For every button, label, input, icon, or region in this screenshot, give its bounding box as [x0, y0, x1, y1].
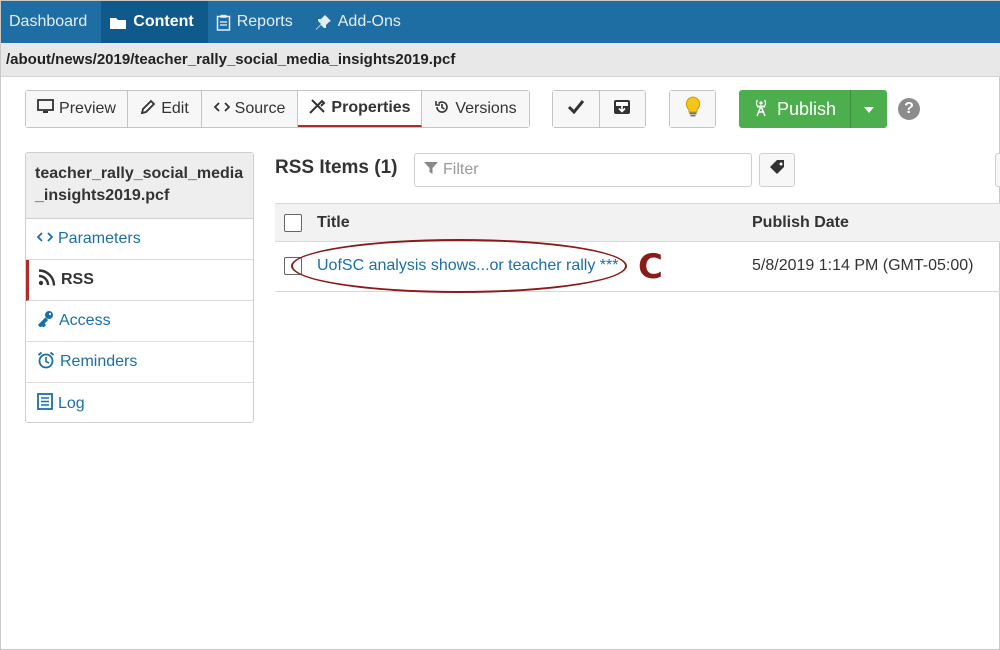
source-label: Source	[234, 100, 286, 117]
annotation-label: C	[638, 247, 663, 287]
code-icon	[36, 230, 54, 248]
tag-button[interactable]	[759, 153, 795, 187]
edit-label: Edit	[161, 100, 189, 117]
tools-icon	[308, 98, 326, 119]
approve-button[interactable]	[553, 91, 600, 127]
sidebar-item-access[interactable]: Access	[26, 301, 253, 342]
pencil-icon	[140, 99, 156, 120]
publish-button[interactable]: Publish	[739, 90, 852, 128]
filter-input[interactable]	[443, 161, 743, 179]
properties-sidebar: teacher_rally_social_media_insights2019.…	[25, 152, 254, 423]
publish-group: Publish	[739, 90, 888, 128]
publish-date-column-header[interactable]: Publish Date	[752, 214, 849, 232]
overflow-button[interactable]	[995, 153, 1000, 187]
select-all-checkbox[interactable]	[284, 214, 302, 232]
page-title: RSS Items (1)	[275, 157, 398, 178]
versions-button[interactable]: Versions	[422, 91, 529, 127]
sidebar-item-parameters[interactable]: Parameters	[26, 219, 253, 260]
title-column-header[interactable]: Title	[317, 214, 350, 232]
sidebar-item-rss[interactable]: RSS	[26, 260, 253, 301]
breadcrumb-path: /about/news/2019/teacher_rally_social_me…	[1, 43, 1000, 77]
preview-label: Preview	[59, 100, 116, 117]
lightbulb-icon	[685, 96, 701, 122]
filter-icon	[423, 160, 439, 181]
sidebar-item-label: RSS	[61, 271, 94, 288]
nav-reports-label: Reports	[236, 13, 293, 30]
archive-icon	[613, 99, 631, 120]
table-header: Title Publish Date	[275, 203, 1000, 242]
source-button[interactable]: Source	[202, 91, 298, 127]
checkmark-icon	[567, 99, 585, 119]
nav-dashboard-label: Dashboard	[9, 13, 88, 30]
alarm-icon	[37, 351, 55, 374]
publish-dropdown-button[interactable]	[851, 90, 888, 128]
nav-content-label: Content	[133, 13, 194, 30]
sidebar-item-reminders[interactable]: Reminders	[26, 342, 253, 383]
folder-icon	[109, 15, 127, 30]
preview-button[interactable]: Preview	[26, 91, 128, 127]
broadcast-icon	[751, 97, 771, 122]
edit-button[interactable]: Edit	[128, 91, 202, 127]
row-checkbox[interactable]	[284, 257, 302, 275]
properties-label: Properties	[331, 99, 411, 116]
sidebar-item-log[interactable]: Log	[26, 383, 253, 424]
tag-icon	[769, 159, 786, 181]
sidebar-item-label: Parameters	[58, 230, 141, 247]
nav-addons[interactable]: Add-Ons	[307, 1, 415, 43]
tips-toolbar	[669, 90, 716, 128]
list-icon	[37, 392, 53, 415]
nav-content[interactable]: Content	[101, 1, 208, 43]
key-icon	[37, 310, 54, 332]
nav-dashboard[interactable]: Dashboard	[1, 1, 101, 43]
pin-icon	[315, 14, 332, 31]
sidebar-item-label: Reminders	[60, 353, 138, 370]
sidebar-item-label: Log	[58, 394, 85, 412]
archive-button[interactable]	[599, 91, 645, 127]
action-toolbar	[552, 90, 646, 128]
rss-icon	[38, 269, 56, 291]
publish-label: Publish	[777, 98, 837, 119]
caret-down-icon	[864, 100, 875, 118]
rss-item-title-link[interactable]: UofSC analysis shows...or teacher rally …	[317, 257, 618, 275]
rss-item-publish-date: 5/8/2019 1:14 PM (GMT-05:00)	[752, 257, 974, 274]
sidebar-item-label: Access	[59, 312, 111, 329]
tips-button[interactable]	[670, 91, 715, 127]
filter-field[interactable]	[414, 153, 752, 187]
nav-reports[interactable]: Reports	[208, 1, 307, 43]
properties-button[interactable]: Properties	[298, 91, 422, 127]
nav-addons-label: Add-Ons	[337, 13, 401, 30]
view-toolbar: Preview Edit Source Properties Versions	[25, 90, 530, 128]
clipboard-icon	[216, 14, 231, 31]
code-icon	[213, 100, 230, 118]
help-icon[interactable]: ?	[898, 98, 920, 120]
monitor-icon	[37, 99, 54, 119]
file-title: teacher_rally_social_media_insights2019.…	[26, 153, 253, 219]
history-icon	[434, 99, 450, 120]
top-nav: Dashboard Content Reports Add-Ons	[1, 1, 1000, 43]
versions-label: Versions	[455, 100, 517, 117]
